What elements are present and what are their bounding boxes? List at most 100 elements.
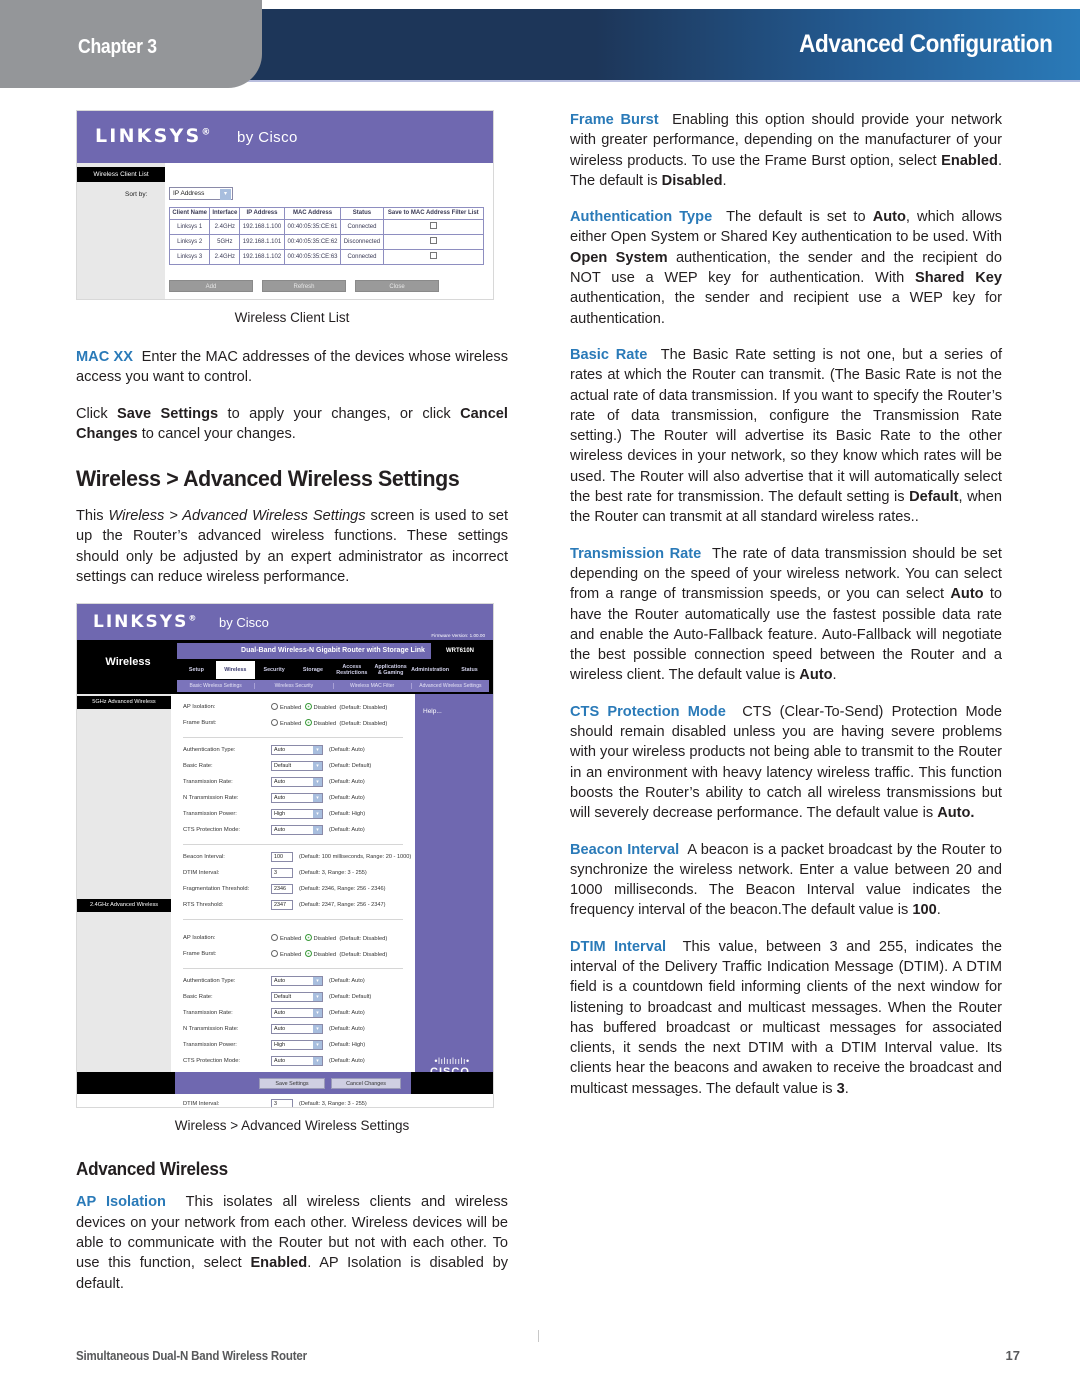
select-cts-protection-mode[interactable]: Auto ▾ [271,825,323,836]
cancel-changes-button[interactable]: Cancel Changes [331,1078,401,1090]
linksys-logo: LINKSYS® [93,612,196,632]
cell-save-checkbox[interactable] [382,219,485,235]
text-auth-4: authentication, the sender and recipient… [570,290,1002,327]
add-button[interactable]: Add [169,280,253,292]
paragraph-basic-rate: Basic Rate The Basic Rate setting is not… [570,345,1002,528]
select-cts-protection-mode[interactable]: Auto ▾ [271,1056,323,1067]
select-n-transmission-rate[interactable]: Auto ▾ [271,1024,323,1035]
divider [183,919,403,921]
tab-security[interactable]: Security [255,667,294,673]
input-rts-threshold[interactable]: 2347 [271,900,293,911]
chevron-down-icon: ▾ [313,794,322,803]
term-beacon-interval: Beacon Interval [570,841,680,858]
figure-advanced-wireless-settings: LINKSYS® by Cisco Firmware Version: 1.00… [76,603,508,1133]
section-heading-advanced-wireless-settings: Wireless > Advanced Wireless Settings [76,466,460,492]
tab-applications-gaming[interactable]: Applications & Gaming [371,664,410,676]
figure-wireless-client-list: LINKSYS® by Cisco Wireless Client List S… [76,110,508,325]
paragraph-save-cancel: Click Save Settings to apply your change… [76,404,508,445]
radios-frame-burst[interactable]: Enabled Disabled (Default: Disabled) [271,719,387,727]
radios-frame-burst[interactable]: Enabled Disabled (Default: Disabled) [271,950,387,958]
subtab-wireless-security[interactable]: Wireless Security [255,683,334,690]
section-name-wireless: Wireless [105,656,151,669]
tab-storage[interactable]: Storage [294,667,333,673]
subtab-advanced-wireless-settings[interactable]: Advanced Wireless Settings [412,683,489,689]
cell-save-checkbox[interactable] [382,249,485,265]
figure-caption: Wireless Client List [234,310,350,325]
radio-icon-disabled[interactable] [304,703,312,711]
field-basic-rate-24ghz: Basic Rate: Default ▾ (Default: Default) [175,990,411,1006]
linksys-logo: LINKSYS® [95,125,210,147]
field-fragmentation-threshold-5ghz: Fragmentation Threshold: 2346 (Default: … [175,882,411,898]
radio-icon-disabled[interactable] [304,950,312,958]
checkbox-icon[interactable] [429,222,437,229]
chevron-down-icon: ▾ [313,762,322,771]
note-cts-protection-mode: (Default: Auto) [329,1058,365,1065]
tab-wireless[interactable]: Wireless [215,661,255,680]
radios-ap-isolation[interactable]: Enabled Disabled (Default: Disabled) [271,703,387,711]
col-interface: Interface [209,207,241,220]
tab-administration[interactable]: Administration [410,667,450,673]
note-authentication-type: (Default: Auto) [329,747,365,754]
field-rts-threshold-5ghz: RTS Threshold: 2347 (Default: 2347, Rang… [175,898,411,914]
field-dtim-interval-5ghz: DTIM Interval: 3 (Default: 3, Range: 3 -… [175,866,411,882]
input-fragmentation-threshold[interactable]: 2346 [271,884,293,895]
tab-setup[interactable]: Setup [177,667,216,673]
note-dtim-interval: (Default: 3, Range: 3 - 255) [299,1101,367,1108]
save-settings-button[interactable]: Save Settings [259,1078,325,1090]
field-dtim-interval-24ghz: DTIM Interval: 3 (Default: 3, Range: 3 -… [175,1097,411,1108]
help-link[interactable]: Help... [423,708,442,715]
input-dtim-interval[interactable]: 3 [271,1099,293,1108]
label-transmission-rate: Transmission Rate: [183,1010,233,1017]
checkbox-icon[interactable] [429,237,437,244]
cell-ip-address: 192.168.1.101 [239,234,285,250]
table-row: Linksys 2 5GHz 192.168.1.101 00:40:05:35… [168,234,485,250]
checkbox-icon[interactable] [429,252,437,259]
group-header-24ghz: 2.4GHz Advanced Wireless [77,899,171,913]
label-basic-rate: Basic Rate: [183,994,213,1001]
close-button[interactable]: Close [355,280,439,292]
radio-icon-enabled[interactable] [271,950,278,958]
sort-by-select[interactable]: IP Address ▾ [169,187,233,200]
subtab-basic-wireless-settings[interactable]: Basic Wireless Settings [177,683,256,690]
chevron-down-icon: ▾ [313,810,322,819]
refresh-button[interactable]: Refresh [262,280,346,292]
radio-icon-enabled[interactable] [271,934,278,942]
select-authentication-type[interactable]: Auto ▾ [271,976,323,987]
field-frame-burst-5ghz: Frame Burst: Enabled Disabled (Default: … [175,716,411,732]
select-authentication-type[interactable]: Auto ▾ [271,745,323,756]
select-transmission-power[interactable]: High ▾ [271,809,323,820]
select-basic-rate[interactable]: Default ▾ [271,992,323,1003]
note-transmission-power: (Default: High) [329,811,366,818]
radios-ap-isolation[interactable]: Enabled Disabled (Default: Disabled) [271,934,387,942]
input-beacon-interval[interactable]: 100 [271,852,293,863]
note-authentication-type: (Default: Auto) [329,978,365,985]
footer-page-number: 17 [1005,1348,1020,1363]
text-frame-burst-3: . [722,172,727,189]
text-apply: to apply your changes, or click [218,405,461,422]
label-100: 100 [912,902,937,919]
input-dtim-interval[interactable]: 3 [271,868,293,879]
note-rts-threshold: (Default: 2347, Range: 256 - 2347) [299,902,386,909]
select-n-transmission-rate[interactable]: Auto ▾ [271,793,323,804]
select-basic-rate[interactable]: Default ▾ [271,761,323,772]
cisco-bars-icon: •lılıılıılı• [434,1056,470,1067]
linksys-wordmark: LINKSYS [93,612,189,633]
radio-icon-disabled[interactable] [304,934,312,942]
subtab-wireless-mac-filter[interactable]: Wireless MAC Filter [334,683,412,690]
select-transmission-power[interactable]: High ▾ [271,1040,323,1051]
radio-icon-disabled[interactable] [304,719,312,727]
select-transmission-rate[interactable]: Auto ▾ [271,777,323,788]
select-transmission-rate[interactable]: Auto ▾ [271,1008,323,1019]
label-enabled: Enabled [280,936,302,943]
cell-save-checkbox[interactable] [382,234,485,250]
paragraph-ap-isolation: AP Isolation This isolates all wireless … [76,1192,508,1293]
tab-status[interactable]: Status [450,667,489,673]
radio-icon-enabled[interactable] [271,703,278,711]
paragraph-authentication-type: Authentication Type The default is set t… [570,207,1002,329]
tab-access-restrictions[interactable]: Access Restrictions [332,664,371,676]
value-n-transmission-rate: Auto [274,1026,286,1033]
radio-icon-enabled[interactable] [271,719,278,727]
field-transmission-power-5ghz: Transmission Power: High ▾ (Default: High… [175,807,411,823]
chevron-down-icon: ▾ [313,1041,322,1050]
label-disabled: Disabled [313,952,337,959]
